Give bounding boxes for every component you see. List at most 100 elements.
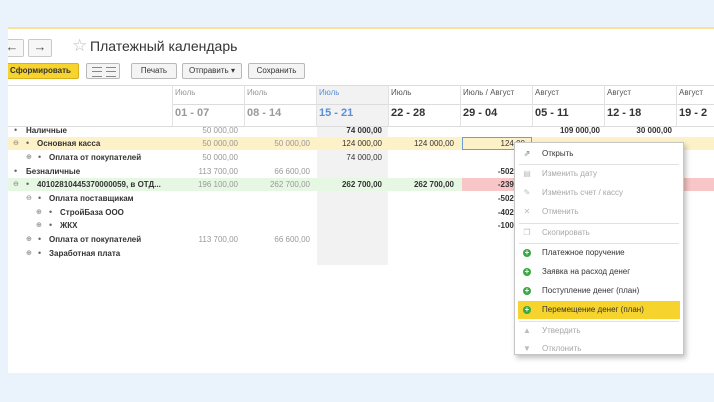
pencil-icon: ✎	[523, 188, 531, 197]
column-range[interactable]: 12 - 18	[607, 107, 641, 119]
bullet-icon: •	[49, 207, 53, 217]
menu-item-label: Открыть	[542, 149, 574, 158]
context-menu: ⇗ Открыть ▤ Изменить дату ✎ Изменить сче…	[514, 142, 684, 355]
bullet-icon: •	[49, 220, 53, 230]
table-cell[interactable]: 262 700,00	[250, 180, 310, 189]
row-label: 40102810445370000059, в ОТД...	[37, 180, 161, 189]
table-cell[interactable]: 109 000,00	[540, 126, 600, 135]
table-cell[interactable]: 66 600,00	[250, 167, 310, 176]
page-title: Платежный календарь	[90, 38, 238, 54]
send-button[interactable]: Отправить ▾	[182, 63, 242, 79]
column-month: Июль	[175, 88, 196, 97]
column-separator	[460, 85, 461, 127]
table-row[interactable]: • Наличные 50 000,00 74 000,00 109 000,0…	[8, 124, 714, 137]
menu-item-cancel[interactable]: ✕ Отменить	[515, 203, 683, 221]
menu-item-label: Изменить счет / кассу	[542, 188, 624, 197]
column-separator	[316, 85, 317, 127]
table-cell[interactable]: 124 000,00	[394, 139, 454, 148]
table-cell[interactable]: 113 700,00	[178, 235, 238, 244]
menu-item-label: Перемещение денег (план)	[542, 305, 644, 314]
row-label: Безналичные	[26, 167, 81, 176]
menu-item-label: Утвердить	[542, 326, 581, 335]
row-label: Оплата поставщикам	[49, 194, 134, 203]
column-separator	[676, 85, 677, 127]
row-label: Наличные	[26, 126, 67, 135]
menu-item-income-plan[interactable]: + Поступление денег (план)	[515, 282, 683, 300]
column-range[interactable]: 01 - 07	[175, 107, 209, 119]
collapse-icon[interactable]: ⊖	[26, 194, 32, 202]
forward-button[interactable]: →	[28, 39, 52, 57]
column-separator	[172, 85, 173, 127]
plus-icon: +	[523, 248, 531, 257]
menu-item-payment-order[interactable]: + Платежное поручение	[515, 244, 683, 262]
column-separator	[388, 85, 389, 127]
open-icon: ⇗	[523, 149, 531, 158]
generate-button[interactable]: Сформировать	[8, 63, 79, 79]
table-cell[interactable]: 50 000,00	[178, 126, 238, 135]
column-range[interactable]: 15 - 21	[319, 107, 353, 119]
column-month: Июль / Август	[463, 88, 515, 97]
forward-arrow-icon: →	[33, 39, 47, 54]
table-cell[interactable]: 50 000,00	[250, 139, 310, 148]
report-window: ← → ☆ Платежный календарь Сформировать П…	[8, 29, 714, 373]
row-label: Заработная плата	[49, 249, 121, 258]
negative-cell-bg	[684, 178, 714, 191]
thumbs-up-icon: ▲	[523, 326, 531, 335]
table-cell[interactable]: 66 600,00	[250, 235, 310, 244]
table-cell[interactable]: 74 000,00	[322, 126, 382, 135]
column-range[interactable]: 05 - 11	[535, 107, 569, 119]
menu-item-label: Отменить	[542, 207, 579, 216]
thumbs-down-icon: ▼	[523, 344, 531, 353]
collapse-icon[interactable]: ⊖	[13, 180, 19, 188]
column-separator	[244, 85, 245, 127]
expand-icon[interactable]: ⊕	[36, 221, 42, 229]
row-label: ЖКХ	[60, 221, 78, 230]
menu-item-transfer-plan[interactable]: + Перемещение денег (план)	[518, 301, 680, 319]
table-cell[interactable]: 30 000,00	[612, 126, 672, 135]
list-icon	[92, 67, 102, 77]
menu-item-label: Заявка на расход денег	[542, 267, 631, 276]
print-button[interactable]: Печать	[131, 63, 177, 79]
menu-item-copy[interactable]: ❐ Скопировать	[515, 224, 683, 242]
collapse-icon[interactable]: ⊖	[13, 139, 19, 147]
plus-icon: +	[523, 286, 531, 295]
copy-icon: ❐	[523, 228, 531, 237]
table-cell[interactable]: 50 000,00	[178, 139, 238, 148]
menu-item-expense-request[interactable]: + Заявка на расход денег	[515, 263, 683, 281]
settings-button[interactable]	[86, 63, 120, 79]
bullet-icon: •	[38, 152, 42, 162]
column-month: Август	[535, 88, 560, 97]
menu-item-change-date[interactable]: ▤ Изменить дату	[515, 165, 683, 183]
menu-item-approve[interactable]: ▲ Утвердить	[515, 322, 683, 340]
column-month: Июль	[247, 88, 268, 97]
column-range[interactable]: 08 - 14	[247, 107, 281, 119]
bullet-icon: •	[38, 193, 42, 203]
menu-item-label: Скопировать	[542, 228, 590, 237]
expand-icon[interactable]: ⊕	[26, 153, 32, 161]
column-month: Июль	[319, 88, 340, 97]
expand-icon[interactable]: ⊕	[26, 249, 32, 257]
expand-icon[interactable]: ⊕	[26, 235, 32, 243]
column-range[interactable]: 19 - 2	[679, 107, 707, 119]
column-month: Июль	[391, 88, 412, 97]
back-button[interactable]: ←	[8, 39, 24, 57]
favorite-star-icon[interactable]: ☆	[72, 36, 87, 56]
column-range[interactable]: 29 - 04	[463, 107, 497, 119]
table-cell[interactable]: 124 000,00	[322, 139, 382, 148]
bullet-icon: •	[38, 248, 42, 258]
menu-item-label: Платежное поручение	[542, 248, 625, 257]
save-button[interactable]: Сохранить	[248, 63, 305, 79]
table-cell[interactable]: 196 100,00	[178, 180, 238, 189]
table-cell[interactable]: 262 700,00	[322, 180, 382, 189]
table-cell[interactable]: 50 000,00	[178, 153, 238, 162]
table-cell[interactable]: 113 700,00	[178, 167, 238, 176]
menu-item-reject[interactable]: ▼ Отклонить	[515, 340, 683, 358]
header-mid-divider	[172, 104, 714, 105]
menu-item-open[interactable]: ⇗ Открыть	[515, 145, 683, 163]
expand-icon[interactable]: ⊕	[36, 208, 42, 216]
table-cell[interactable]: 262 700,00	[394, 180, 454, 189]
table-cell[interactable]: 74 000,00	[322, 153, 382, 162]
menu-item-change-account[interactable]: ✎ Изменить счет / кассу	[515, 184, 683, 202]
column-month: Август	[607, 88, 632, 97]
column-range[interactable]: 22 - 28	[391, 107, 425, 119]
